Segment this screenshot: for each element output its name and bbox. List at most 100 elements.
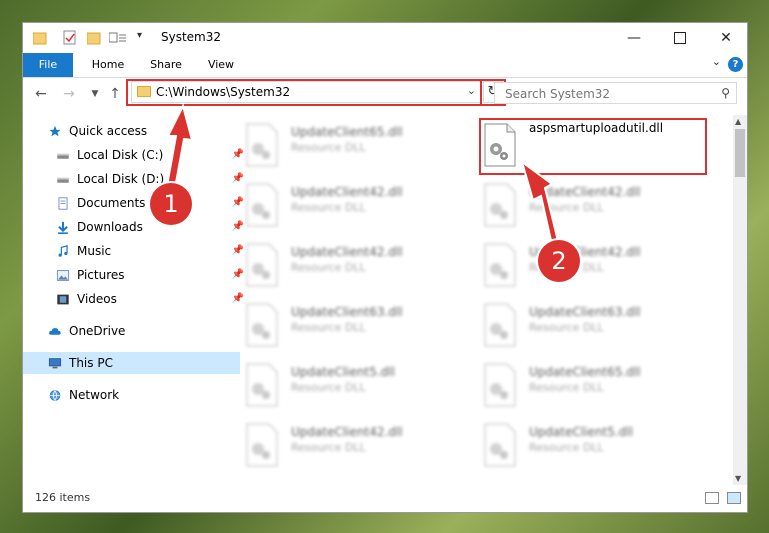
file-name: UpdateClient5.dll: [529, 425, 633, 439]
close-icon: ✕: [720, 30, 732, 46]
list-item[interactable]: UpdateClient5.dll Resource DLL: [241, 357, 461, 413]
maximize-icon: [674, 32, 686, 44]
file-type: Resource DLL: [529, 201, 604, 214]
help-icon[interactable]: ?: [728, 57, 743, 72]
sidebar-item-music[interactable]: Music 📌: [23, 240, 248, 262]
documents-icon: [58, 196, 68, 210]
properties-icon[interactable]: [63, 30, 77, 46]
sidebar-item-label: Documents: [77, 196, 146, 210]
up-arrow-icon: ↑: [109, 86, 121, 102]
sidebar-item-label: Downloads: [77, 220, 143, 234]
list-item[interactable]: UpdateClient65.dll Resource DLL: [241, 117, 461, 173]
list-item[interactable]: UpdateClient42.dll Resource DLL: [241, 237, 461, 293]
window-title: System32: [161, 30, 222, 44]
file-name: UpdateClient63.dll: [291, 305, 403, 319]
details-view-icon[interactable]: [705, 492, 719, 504]
forward-button[interactable]: →: [59, 83, 79, 105]
ribbon-tabs: File Home Share View ⌄ ?: [23, 53, 747, 78]
address-bar[interactable]: C:\Windows\System32 ⌄: [131, 81, 481, 103]
navigation-pane: Quick access Local Disk (C:) 📌 Local Dis…: [23, 117, 244, 479]
minimize-icon: —: [627, 30, 641, 46]
file-name: UpdateClient42.dll: [291, 185, 403, 199]
sidebar-item-label: Pictures: [77, 268, 125, 282]
computer-icon: [48, 357, 62, 368]
sidebar-item-quick-access[interactable]: Quick access: [23, 120, 240, 142]
folder-icon: [33, 32, 47, 45]
chevron-down-icon: ▼: [91, 89, 99, 99]
star-icon: [49, 125, 61, 136]
sidebar-item-label: Network: [69, 388, 120, 402]
dll-file-icon: [484, 183, 516, 227]
dll-file-icon: [246, 363, 278, 407]
customize-toolbar-icon[interactable]: [109, 30, 129, 46]
quick-access-dropdown-icon[interactable]: ▾: [137, 30, 142, 46]
file-type: Resource DLL: [291, 201, 366, 214]
scroll-up-icon[interactable]: ▲: [735, 117, 741, 126]
list-item[interactable]: UpdateClient63.dll Resource DLL: [241, 297, 461, 353]
tab-view[interactable]: View: [199, 53, 243, 77]
chevron-down-icon[interactable]: ⌄: [467, 84, 476, 97]
list-item[interactable]: UpdateClient42.dll Resource DLL: [479, 237, 699, 293]
maximize-button[interactable]: [657, 23, 703, 53]
sidebar-item-pictures[interactable]: Pictures 📌: [23, 264, 248, 286]
back-button[interactable]: ←: [31, 83, 51, 105]
address-path: C:\Windows\System32: [156, 85, 291, 99]
search-icon[interactable]: ⚲: [721, 86, 730, 100]
file-name: UpdateClient5.dll: [291, 365, 395, 379]
file-type: Resource DLL: [529, 321, 604, 334]
list-item[interactable]: UpdateClient42.dll Resource DLL: [241, 417, 461, 473]
sidebar-item-network[interactable]: Network: [23, 384, 240, 406]
tab-home[interactable]: Home: [85, 53, 131, 77]
list-item[interactable]: UpdateClient42.dll Resource DLL: [479, 177, 699, 233]
dll-file-icon: [484, 123, 516, 167]
file-name: UpdateClient63.dll: [529, 305, 641, 319]
pictures-icon: [56, 269, 70, 281]
sidebar-item-label: Local Disk (D:): [77, 172, 165, 186]
tab-share[interactable]: Share: [143, 53, 189, 77]
sidebar-item-onedrive[interactable]: OneDrive: [23, 320, 240, 342]
drive-icon: [57, 153, 69, 159]
file-name: aspsmartuploadutil.dll: [529, 121, 664, 135]
close-button[interactable]: ✕: [703, 23, 747, 53]
list-item[interactable]: UpdateClient42.dll Resource DLL: [241, 177, 461, 233]
scroll-down-icon[interactable]: ▼: [735, 474, 741, 483]
recent-locations-button[interactable]: ▼: [85, 83, 105, 105]
download-icon: [58, 221, 68, 234]
sidebar-item-this-pc[interactable]: This PC: [23, 352, 240, 374]
item-count: 126 items: [35, 491, 91, 504]
dll-file-icon: [484, 363, 516, 407]
sidebar-item-downloads[interactable]: Downloads 📌: [23, 216, 248, 238]
tab-file[interactable]: File: [23, 53, 73, 77]
list-item[interactable]: UpdateClient65.dll Resource DLL: [479, 357, 699, 413]
file-type: Resource DLL: [291, 141, 366, 154]
scrollbar-thumb[interactable]: [735, 129, 745, 177]
list-item-aspsmartuploadutil[interactable]: aspsmartuploadutil.dll: [479, 117, 699, 173]
back-arrow-icon: ←: [35, 86, 47, 102]
up-button[interactable]: ↑: [105, 83, 125, 105]
list-item[interactable]: UpdateClient5.dll Resource DLL: [479, 417, 699, 473]
file-name: UpdateClient65.dll: [291, 125, 403, 139]
sidebar-item-label: Videos: [77, 292, 117, 306]
new-folder-icon[interactable]: [87, 30, 101, 46]
sidebar-item-label: This PC: [69, 356, 113, 370]
list-item[interactable]: UpdateClient63.dll Resource DLL: [479, 297, 699, 353]
file-type: Resource DLL: [291, 381, 366, 394]
sidebar-item-videos[interactable]: Videos 📌: [23, 288, 248, 310]
file-type: Resource DLL: [529, 441, 604, 454]
sidebar-item-documents[interactable]: Documents 📌: [23, 192, 248, 214]
search-box[interactable]: ⚲: [494, 82, 737, 104]
network-icon: [49, 389, 61, 401]
file-name: UpdateClient42.dll: [291, 425, 403, 439]
large-icons-view-icon[interactable]: [727, 492, 741, 504]
sidebar-item-label: Quick access: [69, 124, 148, 138]
sidebar-item-local-disk-c[interactable]: Local Disk (C:) 📌: [23, 144, 248, 166]
dll-file-icon: [246, 303, 278, 347]
title-bar: ▾ System32 — ✕: [23, 23, 747, 53]
sidebar-item-local-disk-d[interactable]: Local Disk (D:) 📌: [23, 168, 248, 190]
dll-file-icon: [246, 423, 278, 467]
file-type: Resource DLL: [291, 321, 366, 334]
search-input[interactable]: [503, 84, 707, 104]
minimize-button[interactable]: —: [611, 23, 657, 53]
expand-ribbon-icon[interactable]: ⌄: [712, 55, 721, 68]
vertical-scrollbar[interactable]: ▲ ▼: [733, 115, 747, 485]
